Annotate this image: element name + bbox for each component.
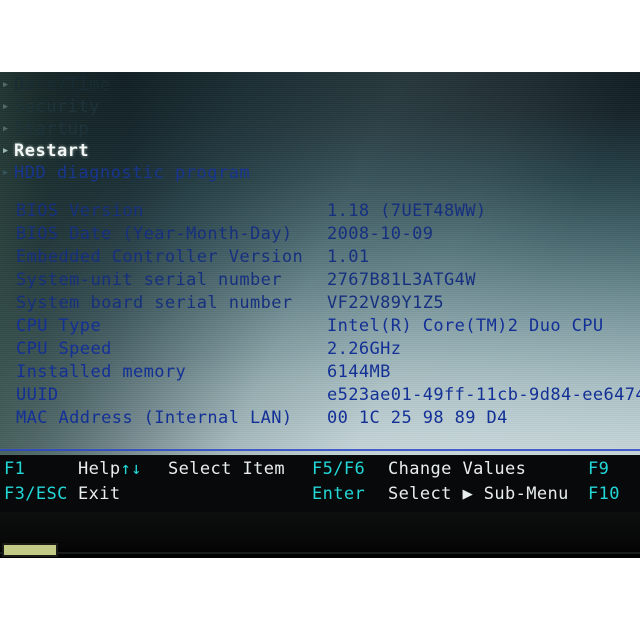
sub-menu-label: Sub-Menu — [483, 484, 569, 504]
change-values-description: Change Values — [388, 459, 527, 479]
info-label: MAC Address (Internal LAN) — [16, 408, 293, 428]
info-label: CPU Speed — [16, 339, 112, 359]
function-key-row-2: F3/ESC Exit Enter Select ▶ Sub-Menu F10 — [0, 482, 640, 507]
info-value: 2.26GHz — [327, 339, 402, 359]
menu-item-label: Date/Time — [14, 75, 111, 95]
key-f5-f6[interactable]: F5/F6 — [312, 457, 365, 482]
info-row-mac-address: MAC Address (Internal LAN) 00 1C 25 98 8… — [0, 407, 640, 430]
menu-item-label: Restart — [14, 141, 90, 161]
info-label: System board serial number — [16, 293, 293, 313]
info-label: Installed memory — [16, 362, 187, 382]
laptop-screen: ▸ Date/Time ▸ Security ▸ Startup ▸ Resta… — [0, 72, 640, 512]
info-value: 2767B81L3ATG4W — [327, 270, 476, 290]
key-f9[interactable]: F9 — [588, 457, 609, 482]
info-value: 00 1C 25 98 89 D4 — [327, 408, 508, 428]
footer-divider — [0, 449, 640, 451]
submenu-arrow-icon: ▸ — [1, 165, 10, 180]
info-label: UUID — [16, 385, 59, 405]
info-label: CPU Type — [16, 316, 102, 336]
info-value: 1.18 (7UET48WW) — [327, 201, 487, 221]
menu-item-hdd-diagnostic-program[interactable]: ▸ HDD diagnostic program — [0, 162, 640, 184]
info-row-bios-date: BIOS Date (Year-Month-Day) 2008-10-09 — [0, 223, 640, 246]
info-value: 1.01 — [327, 247, 370, 267]
select-item-description: Select Item — [168, 459, 285, 479]
photograph: ▸ Date/Time ▸ Security ▸ Startup ▸ Resta… — [0, 0, 640, 640]
info-row-cpu-type: CPU Type Intel(R) Core(TM)2 Duo CPU — [0, 315, 640, 338]
key-enter[interactable]: Enter — [312, 482, 365, 507]
info-label: BIOS Date (Year-Month-Day) — [16, 224, 293, 244]
submenu-arrow-icon: ▸ — [1, 77, 10, 92]
menu-item-startup[interactable]: ▸ Startup — [0, 118, 640, 140]
menu-item-label: Startup — [14, 119, 90, 139]
info-row-embedded-controller-version: Embedded Controller Version 1.01 — [0, 246, 640, 269]
menu-item-security[interactable]: ▸ Security — [0, 96, 640, 118]
info-value: VF22V89Y1Z5 — [327, 293, 444, 313]
select-label: Select — [388, 484, 452, 504]
select-sub-menu-description: Select ▶ Sub-Menu — [388, 482, 569, 507]
function-key-bar: F1 Help↑↓ Select Item F5/F6 Change Value… — [0, 455, 640, 512]
info-row-installed-memory: Installed memory 6144MB — [0, 361, 640, 384]
key-f10[interactable]: F10 — [588, 482, 620, 507]
key-f1[interactable]: F1 — [4, 457, 25, 482]
key-f3-esc[interactable]: F3/ESC — [4, 482, 68, 507]
help-label: Help — [78, 459, 121, 479]
menu-item-label: HDD diagnostic program — [14, 163, 251, 183]
right-triangle-icon: ▶ — [462, 484, 474, 504]
info-value: 2008-10-09 — [327, 224, 434, 244]
info-label: BIOS Version — [16, 201, 144, 221]
laptop-bezel — [0, 512, 640, 558]
submenu-arrow-icon: ▸ — [1, 99, 10, 114]
key-f1-description: Help↑↓ — [78, 457, 142, 482]
menu-item-date-time[interactable]: ▸ Date/Time — [0, 74, 640, 96]
up-down-arrows-icon: ↑↓ — [120, 459, 142, 479]
menu-item-restart-selected[interactable]: ▸ Restart — [0, 140, 640, 162]
info-row-system-unit-serial-number: System-unit serial number 2767B81L3ATG4W — [0, 269, 640, 292]
info-row-cpu-speed: CPU Speed 2.26GHz — [0, 338, 640, 361]
bezel-edge-highlight — [0, 552, 640, 554]
info-value: e523ae01-49ff-11cb-9d84-ee6474 — [327, 385, 640, 405]
bezel-sticker — [2, 543, 58, 557]
function-key-row-1: F1 Help↑↓ Select Item F5/F6 Change Value… — [0, 457, 640, 482]
submenu-arrow-icon: ▸ — [1, 121, 10, 136]
menu-item-label: Security — [14, 97, 100, 117]
bios-menu-list: ▸ Date/Time ▸ Security ▸ Startup ▸ Resta… — [0, 74, 640, 184]
exit-description: Exit — [78, 484, 121, 504]
bios-setup-screen: ▸ Date/Time ▸ Security ▸ Startup ▸ Resta… — [0, 72, 640, 512]
info-row-system-board-serial-number: System board serial number VF22V89Y1Z5 — [0, 292, 640, 315]
submenu-arrow-icon: ▸ — [1, 143, 10, 158]
info-row-bios-version: BIOS Version 1.18 (7UET48WW) — [0, 200, 640, 223]
info-value: Intel(R) Core(TM)2 Duo CPU — [327, 316, 604, 336]
info-label: Embedded Controller Version — [16, 247, 304, 267]
info-label: System-unit serial number — [16, 270, 282, 290]
info-value: 6144MB — [327, 362, 391, 382]
system-information-table: BIOS Version 1.18 (7UET48WW) BIOS Date (… — [0, 200, 640, 430]
info-row-uuid: UUID e523ae01-49ff-11cb-9d84-ee6474 — [0, 384, 640, 407]
